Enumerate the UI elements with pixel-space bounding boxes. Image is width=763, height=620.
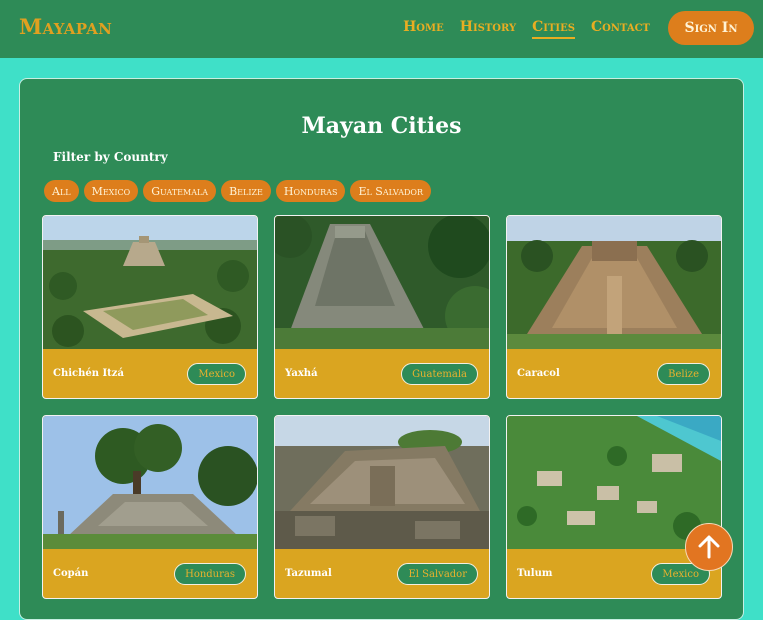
- nav-history[interactable]: History: [460, 19, 516, 39]
- filter-chip-mexico[interactable]: Mexico: [83, 180, 139, 202]
- card-city-name: Chichén Itzá: [53, 368, 124, 379]
- city-photo-tulum: [507, 416, 721, 549]
- city-card[interactable]: Chichén Itzá Mexico: [42, 215, 258, 399]
- card-country-tag[interactable]: Mexico: [187, 363, 246, 385]
- card-city-name: Yaxhá: [285, 368, 318, 379]
- cities-panel: Mayan Cities Filter by Country All Mexic…: [19, 78, 744, 620]
- filter-chip-honduras[interactable]: Honduras: [275, 180, 346, 202]
- card-city-name: Tazumal: [285, 568, 332, 579]
- nav-cities[interactable]: Cities: [532, 19, 575, 39]
- filter-chips: All Mexico Guatemala Belize Honduras El …: [44, 180, 431, 202]
- city-photo-chichen-itza: [43, 216, 257, 349]
- arrow-up-icon: [698, 535, 720, 559]
- filter-label: Filter by Country: [53, 150, 168, 164]
- card-country-tag[interactable]: Guatemala: [401, 363, 478, 385]
- filter-chip-el-salvador[interactable]: El Salvador: [350, 180, 431, 202]
- page-title: Mayan Cities: [301, 113, 462, 139]
- city-card[interactable]: Caracol Belize: [506, 215, 722, 399]
- sign-in-button[interactable]: Sign In: [668, 11, 754, 45]
- city-card[interactable]: Yaxhá Guatemala: [274, 215, 490, 399]
- card-country-tag[interactable]: Honduras: [174, 563, 246, 585]
- city-card[interactable]: Copán Honduras: [42, 415, 258, 599]
- site-logo[interactable]: Mayapan: [19, 14, 112, 39]
- city-photo-caracol: [507, 216, 721, 349]
- card-city-name: Copán: [53, 568, 89, 579]
- nav-home[interactable]: Home: [403, 19, 444, 39]
- filter-chip-belize[interactable]: Belize: [221, 180, 271, 202]
- card-city-name: Caracol: [517, 368, 560, 379]
- card-country-tag[interactable]: El Salvador: [397, 563, 478, 585]
- card-country-tag[interactable]: Belize: [657, 363, 710, 385]
- card-city-name: Tulum: [517, 568, 553, 579]
- city-card[interactable]: Tazumal El Salvador: [274, 415, 490, 599]
- navbar: Mayapan Home History Cities Contact Sign…: [0, 0, 763, 58]
- city-photo-copan: [43, 416, 257, 549]
- filter-chip-guatemala[interactable]: Guatemala: [143, 180, 217, 202]
- nav-links: Home History Cities Contact: [403, 19, 650, 39]
- city-card[interactable]: Tulum Mexico: [506, 415, 722, 599]
- city-photo-tazumal: [275, 416, 489, 549]
- nav-contact[interactable]: Contact: [591, 19, 650, 39]
- scroll-to-top-button[interactable]: [685, 523, 733, 571]
- city-photo-yaxha: [275, 216, 489, 349]
- filter-chip-all[interactable]: All: [44, 180, 79, 202]
